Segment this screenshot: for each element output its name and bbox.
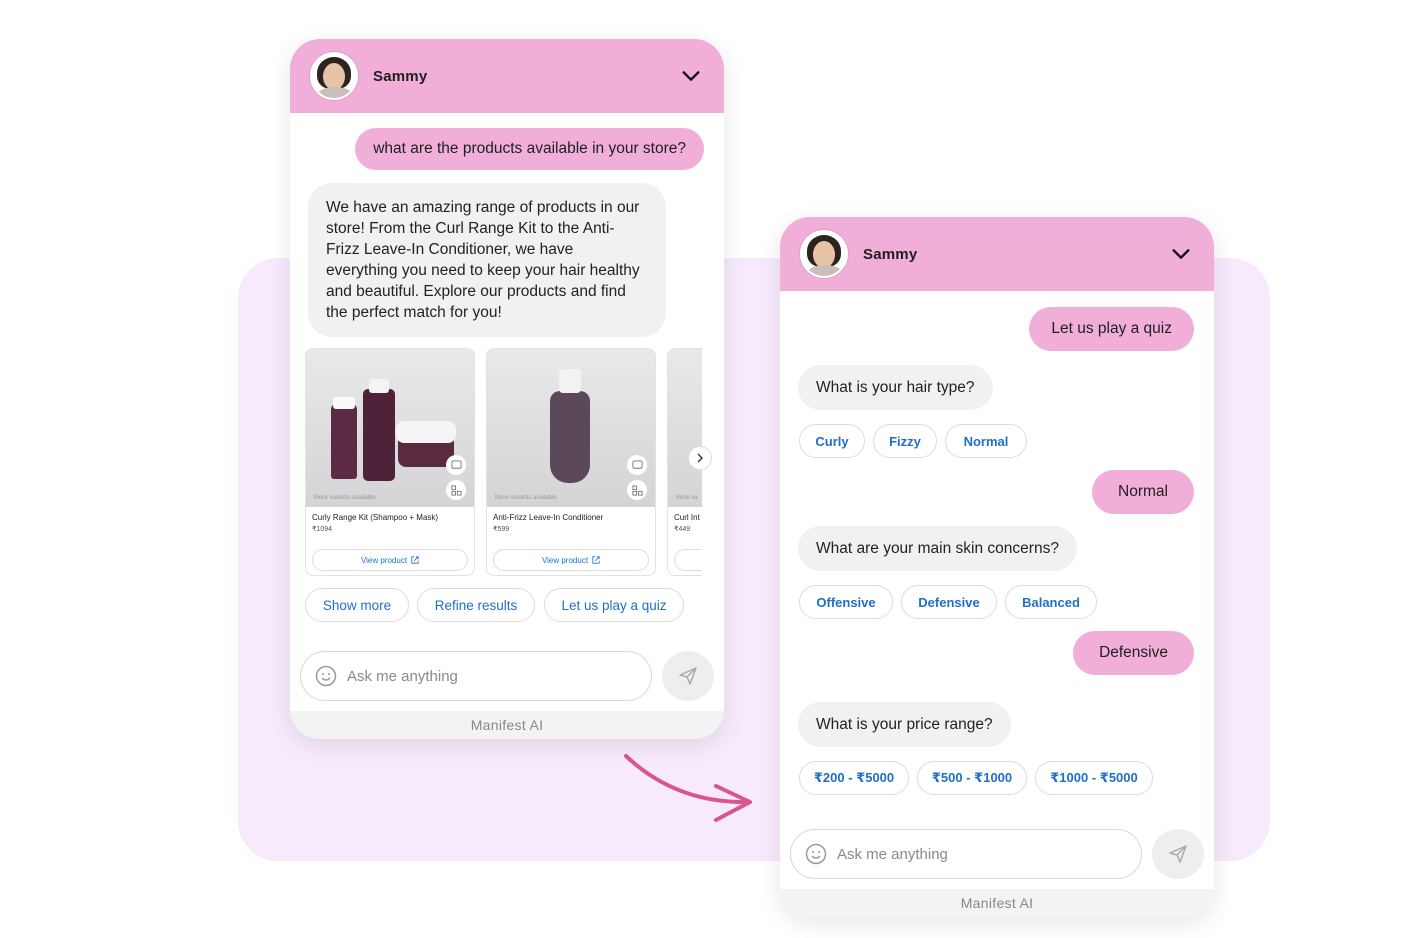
- compare-icon[interactable]: [627, 480, 647, 500]
- chevron-right-icon: [697, 453, 703, 463]
- view-product-label: View product: [541, 555, 589, 565]
- view-product-button[interactable]: [674, 549, 702, 571]
- bot-question: What are your main skin concerns?: [798, 526, 1077, 571]
- product-price: ₹449: [674, 526, 691, 533]
- chat-input-row: [790, 829, 1204, 879]
- send-button[interactable]: [662, 651, 714, 701]
- agent-name: Sammy: [373, 67, 428, 85]
- product-title: Curly Range Kit (Shampoo + Mask): [312, 513, 439, 522]
- chevron-down-icon[interactable]: [680, 65, 702, 87]
- chat-input[interactable]: [347, 667, 627, 685]
- view-product-button[interactable]: View product: [312, 549, 468, 571]
- variants-note: More variants available: [314, 495, 376, 501]
- option-chip[interactable]: ₹500 - ₹1000: [917, 761, 1027, 795]
- carousel-next-button[interactable]: [688, 446, 712, 470]
- option-chip[interactable]: Normal: [945, 424, 1027, 458]
- product-image: More va: [668, 349, 702, 507]
- chat-widget-store: Sammy what are the products available in…: [290, 39, 724, 739]
- refine-results-chip[interactable]: Refine results: [417, 588, 535, 622]
- chat-header: Sammy: [780, 217, 1214, 291]
- option-chip[interactable]: Defensive: [901, 585, 997, 619]
- product-image: More variants available: [306, 349, 474, 507]
- show-more-chip[interactable]: Show more: [305, 588, 409, 622]
- chat-input-box[interactable]: [790, 829, 1142, 879]
- arrow-icon: [624, 754, 752, 822]
- user-message: what are the products available in your …: [355, 128, 704, 170]
- chat-input-box[interactable]: [300, 651, 652, 701]
- option-chip[interactable]: ₹1000 - ₹5000: [1035, 761, 1153, 795]
- powered-by-footer: Manifest AI: [290, 711, 724, 739]
- option-chip[interactable]: Fizzy: [873, 424, 937, 458]
- option-chip[interactable]: Curly: [799, 424, 865, 458]
- product-image: More variants available: [487, 349, 655, 507]
- chat-icon[interactable]: [627, 455, 647, 475]
- user-message: Let us play a quiz: [1029, 307, 1194, 351]
- option-chip[interactable]: Offensive: [799, 585, 893, 619]
- play-quiz-chip[interactable]: Let us play a quiz: [544, 588, 684, 622]
- option-chip[interactable]: ₹200 - ₹5000: [799, 761, 909, 795]
- emoji-icon[interactable]: [315, 665, 337, 687]
- chat-input-row: [300, 651, 714, 701]
- external-link-icon: [592, 556, 600, 564]
- bot-question: What is your hair type?: [798, 365, 993, 410]
- agent-avatar: [310, 52, 358, 100]
- product-title: Anti-Frizz Leave-In Conditioner: [493, 513, 604, 522]
- view-product-label: View product: [360, 555, 408, 565]
- chat-icon[interactable]: [446, 455, 466, 475]
- user-message: Defensive: [1073, 631, 1194, 675]
- external-link-icon: [411, 556, 419, 564]
- bot-message: We have an amazing range of products in …: [308, 183, 666, 337]
- agent-name: Sammy: [863, 245, 918, 263]
- chat-input[interactable]: [837, 845, 1117, 863]
- product-card[interactable]: More variants available Anti-Frizz Leave…: [486, 348, 656, 576]
- compare-icon[interactable]: [446, 480, 466, 500]
- user-message: Normal: [1092, 470, 1194, 514]
- view-product-button[interactable]: View product: [493, 549, 649, 571]
- product-card[interactable]: More variants available Curly Range Kit …: [305, 348, 475, 576]
- product-title: Curl Int: [674, 513, 700, 522]
- emoji-icon[interactable]: [805, 843, 827, 865]
- send-icon: [679, 667, 697, 685]
- send-icon: [1169, 845, 1187, 863]
- option-chip[interactable]: Balanced: [1005, 585, 1097, 619]
- chat-header: Sammy: [290, 39, 724, 113]
- chat-widget-quiz: Sammy Let us play a quiz What is your ha…: [780, 217, 1214, 917]
- product-price: ₹1094: [312, 526, 333, 533]
- product-price: ₹599: [493, 526, 510, 533]
- send-button[interactable]: [1152, 829, 1204, 879]
- agent-avatar: [800, 230, 848, 278]
- powered-by-footer: Manifest AI: [780, 889, 1214, 917]
- chevron-down-icon[interactable]: [1170, 243, 1192, 265]
- bot-question: What is your price range?: [798, 702, 1011, 747]
- variants-note: More variants available: [495, 495, 557, 501]
- variants-note: More va: [676, 495, 698, 501]
